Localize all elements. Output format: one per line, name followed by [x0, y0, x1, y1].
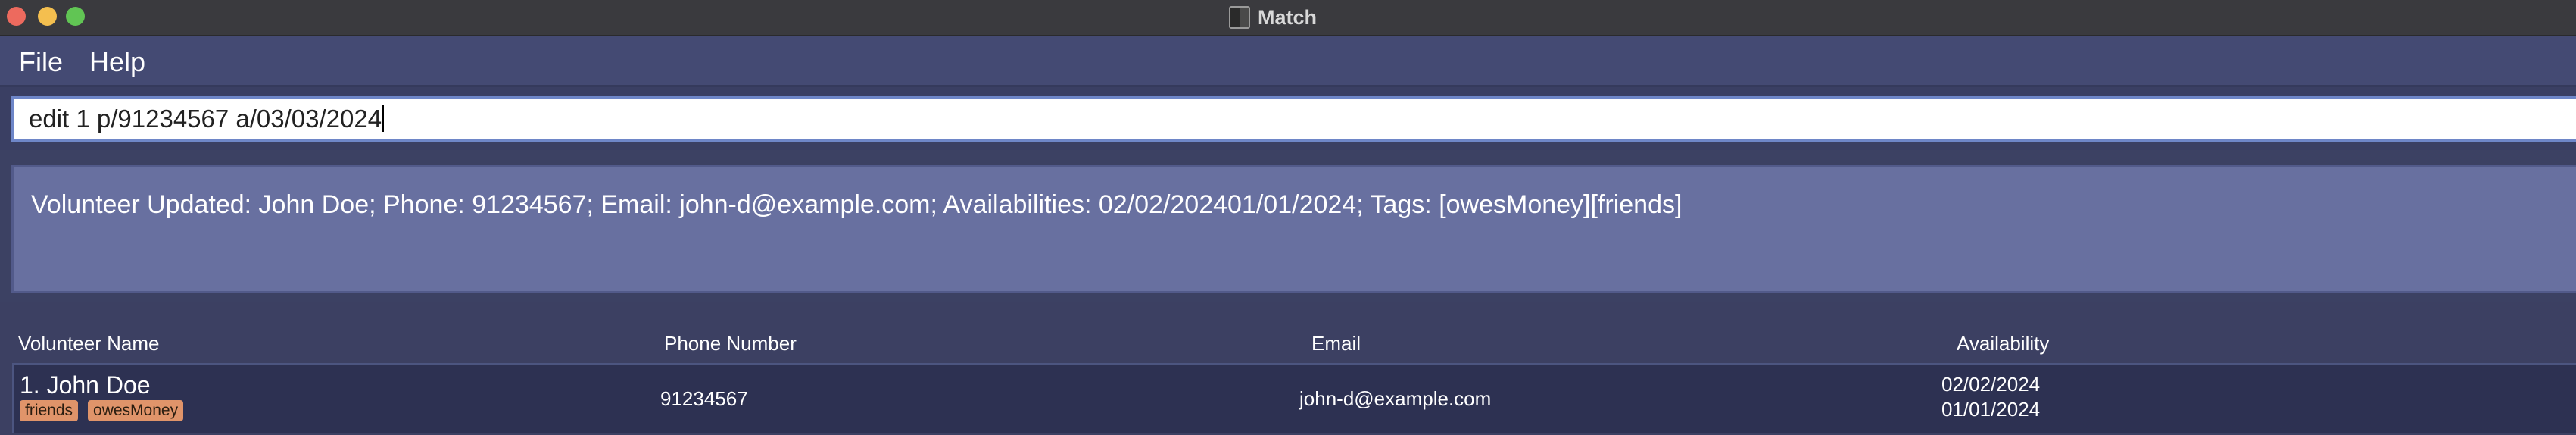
window-title: Match: [1257, 5, 1317, 29]
text-caret: [382, 105, 385, 132]
header-availability: Availability: [1957, 332, 2050, 355]
volunteer-list-header: Volunteer Name Phone Number Email Availa…: [0, 324, 2576, 359]
title-bar: Match: [0, 0, 2576, 36]
volunteer-name: 1. John Doe: [20, 371, 151, 399]
availability-date: 02/02/2024: [1941, 373, 2041, 396]
menu-help[interactable]: Help: [89, 46, 145, 78]
window-title-container: Match: [0, 0, 2576, 35]
command-box-area: edit 1 p/91234567 a/03/03/2024: [0, 87, 2576, 150]
header-phone-number: Phone Number: [664, 332, 797, 355]
menu-file[interactable]: File: [19, 46, 63, 78]
tag-badge: owesMoney: [88, 400, 184, 421]
volunteer-card[interactable]: 1. John Doe friends owesMoney 91234567 j…: [12, 363, 2576, 433]
command-input-text: edit 1 p/91234567 a/03/03/2024: [29, 105, 382, 133]
command-input[interactable]: edit 1 p/91234567 a/03/03/2024: [11, 96, 2576, 142]
result-display-area: Volunteer Updated: John Doe; Phone: 9123…: [0, 150, 2576, 302]
header-email: Email: [1311, 332, 1361, 355]
volunteer-email: john-d@example.com: [1299, 387, 1492, 410]
availability-date: 01/01/2024: [1941, 398, 2041, 421]
volunteer-phone: 91234567: [660, 387, 748, 410]
volunteer-availability: 02/02/2024 01/01/2024: [1941, 372, 2040, 422]
volunteer-tags: friends owesMoney: [20, 400, 184, 421]
app-icon: [1228, 6, 1250, 29]
result-display[interactable]: Volunteer Updated: John Doe; Phone: 9123…: [11, 165, 2576, 293]
tag-badge: friends: [20, 400, 79, 421]
result-message: Volunteer Updated: John Doe; Phone: 9123…: [31, 190, 1683, 219]
header-volunteer-name: Volunteer Name: [18, 332, 160, 355]
volunteer-list-panel: Volunteer Name Phone Number Email Availa…: [0, 302, 2576, 435]
menu-bar: File Help: [0, 36, 2576, 87]
